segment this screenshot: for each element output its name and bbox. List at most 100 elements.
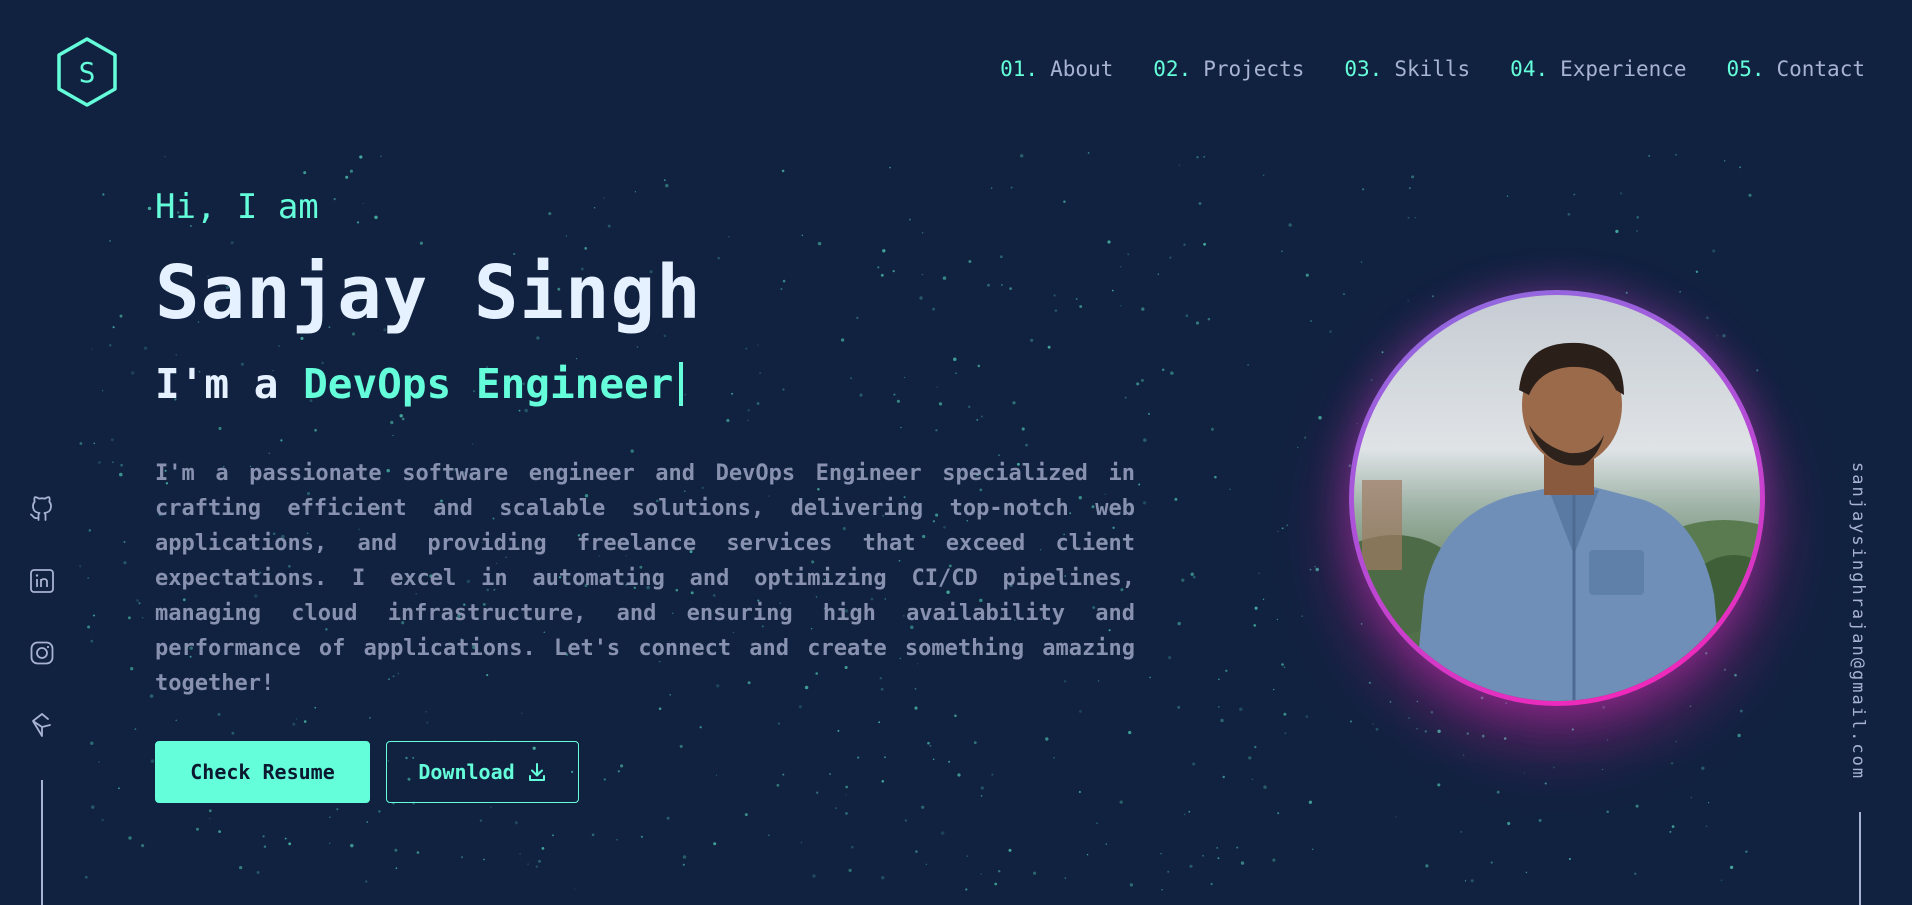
star-dot	[256, 871, 260, 874]
nav-contact[interactable]: 05. Contact	[1727, 57, 1865, 81]
star-dot	[1407, 299, 1409, 302]
star-dot	[1722, 334, 1726, 338]
star-dot	[262, 835, 265, 838]
star-dot	[1008, 848, 1012, 852]
star-dot	[218, 830, 221, 833]
download-button[interactable]: Download	[386, 741, 579, 803]
star-dot	[1695, 270, 1699, 273]
star-dot	[1167, 870, 1170, 873]
nav-number: 01.	[1000, 57, 1039, 81]
star-dot	[1273, 688, 1275, 691]
linkedin-icon[interactable]	[28, 567, 56, 595]
download-label: Download	[418, 760, 515, 784]
star-dot	[1247, 364, 1249, 366]
star-dot	[1188, 810, 1191, 813]
star-dot	[904, 819, 908, 822]
star-dot	[88, 529, 92, 532]
star-dot	[1729, 865, 1734, 870]
star-dot	[1157, 273, 1160, 275]
star-dot	[1161, 888, 1163, 891]
star-dot	[483, 858, 485, 861]
star-dot	[1160, 852, 1162, 855]
star-dot	[845, 812, 848, 815]
email-link[interactable]: sanjaysinghrajan@gmail.com	[1848, 462, 1868, 780]
star-dot	[1739, 709, 1743, 713]
star-dot	[1305, 273, 1309, 277]
star-dot	[1567, 212, 1571, 216]
star-dot	[940, 831, 945, 835]
star-dot	[112, 326, 115, 329]
codepen-icon[interactable]	[28, 711, 56, 739]
star-dot	[682, 855, 687, 859]
star-dot	[490, 806, 492, 809]
star-dot	[1281, 527, 1284, 530]
star-dot	[1343, 293, 1345, 295]
nav-experience[interactable]: 04. Experience	[1510, 57, 1686, 81]
star-dot	[538, 859, 541, 863]
social-links	[28, 495, 56, 739]
star-dot	[1192, 575, 1196, 579]
star-dot	[1254, 606, 1258, 610]
star-dot	[1648, 154, 1651, 157]
star-dot	[1679, 291, 1681, 293]
star-dot	[1408, 717, 1410, 719]
star-dot	[1523, 772, 1526, 774]
star-dot	[1161, 368, 1165, 372]
star-dot	[1620, 192, 1623, 195]
star-dot	[98, 460, 101, 464]
nav-skills[interactable]: 03. Skills	[1344, 57, 1470, 81]
star-dot	[1286, 524, 1289, 527]
star-dot	[1716, 335, 1719, 337]
star-dot	[1288, 223, 1292, 227]
download-icon	[528, 763, 545, 781]
star-dot	[881, 876, 885, 880]
star-dot	[1670, 761, 1674, 765]
star-dot	[1463, 754, 1465, 756]
star-dot	[1424, 730, 1427, 733]
star-dot	[1675, 153, 1677, 156]
star-dot	[1143, 438, 1147, 442]
star-dot	[101, 818, 104, 822]
left-divider-line	[41, 780, 43, 905]
star-dot	[1239, 707, 1243, 712]
star-dot	[527, 863, 529, 865]
star-dot	[1505, 702, 1507, 704]
star-dot	[1756, 369, 1759, 372]
star-dot	[1360, 623, 1363, 625]
logo[interactable]: S	[55, 36, 119, 108]
star-dot	[109, 240, 111, 242]
star-dot	[1281, 663, 1284, 666]
star-dot	[1503, 737, 1507, 740]
star-dot	[479, 819, 483, 822]
star-dot	[1602, 705, 1606, 709]
github-icon[interactable]	[28, 495, 56, 523]
star-dot	[1283, 666, 1286, 669]
star-dot	[380, 155, 382, 157]
instagram-icon[interactable]	[28, 639, 56, 667]
star-dot	[134, 728, 137, 730]
star-dot	[1251, 778, 1254, 781]
star-dot	[640, 835, 643, 838]
star-dot	[1189, 864, 1193, 868]
star-dot	[1240, 861, 1245, 865]
star-dot	[109, 344, 112, 347]
star-dot	[1198, 202, 1202, 205]
star-dot	[1349, 720, 1353, 723]
nav-label: Skills	[1394, 57, 1471, 81]
star-dot	[812, 874, 816, 878]
check-resume-button[interactable]: Check Resume	[155, 741, 370, 803]
greeting: Hi, I am	[155, 187, 319, 227]
star-dot	[79, 442, 83, 445]
star-dot	[1464, 880, 1467, 882]
star-dot	[1195, 321, 1200, 325]
star-dot	[149, 694, 154, 698]
star-dot	[1416, 700, 1419, 703]
star-dot	[915, 850, 918, 853]
star-dot	[1129, 883, 1133, 887]
star-dot	[1634, 872, 1637, 875]
nav-about[interactable]: 01. About	[1000, 57, 1113, 81]
star-dot	[1032, 871, 1037, 875]
star-dot	[90, 741, 94, 745]
nav-projects[interactable]: 02. Projects	[1153, 57, 1304, 81]
star-dot	[1356, 423, 1359, 425]
